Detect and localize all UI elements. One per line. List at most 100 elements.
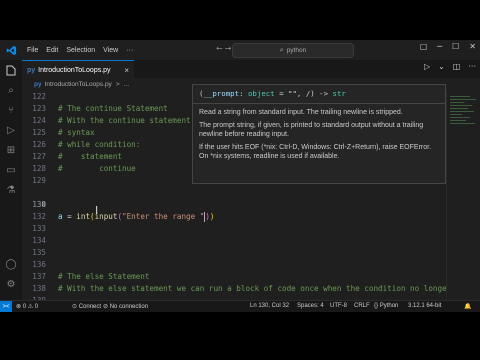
menu-more[interactable]: ··· — [122, 47, 137, 54]
python-file-icon: py — [27, 66, 36, 74]
minimap-line — [450, 114, 462, 115]
tab-label: IntroductionToLoops.py — [38, 66, 111, 74]
line-number: 137 — [32, 272, 46, 281]
line-number: 125 — [32, 128, 46, 137]
close-tab-icon[interactable]: × — [124, 66, 129, 75]
source-control-icon[interactable]: ⑂ — [0, 100, 22, 120]
mouse-ibeam-cursor: I — [95, 204, 99, 217]
minimap-line — [450, 117, 470, 118]
breadcrumb-symbol[interactable]: ... — [124, 81, 129, 88]
minimap-line — [450, 99, 476, 100]
layout-icon[interactable]: ▢ — [420, 42, 428, 51]
line-number: 138 — [32, 284, 46, 293]
line-number: 129 — [32, 176, 46, 185]
letterbox-top — [0, 0, 480, 40]
accounts-icon[interactable]: ◯ — [0, 254, 22, 274]
code-line: 138 # With the else statement we can run … — [22, 283, 446, 295]
line-number: 131 — [32, 200, 46, 209]
minimap-line — [450, 96, 470, 97]
hover-doc-paragraph: If the user hits EOF (*nix: Ctrl-D, Wind… — [199, 144, 432, 160]
indentation[interactable]: Spaces: 4 — [297, 303, 324, 309]
testing-icon[interactable]: ⚗ — [0, 180, 22, 200]
run-file-icon[interactable]: ▷ — [424, 62, 430, 71]
line-number: 128 — [32, 164, 46, 173]
breadcrumb-file[interactable]: IntroductionToLoops.py — [45, 81, 112, 88]
hover-signature: (__prompt: object = "", /) -> str — [193, 85, 445, 104]
minimap-line — [450, 105, 472, 106]
more-actions-icon[interactable]: ··· — [468, 62, 476, 71]
line-number: 127 — [32, 152, 46, 161]
menu-view[interactable]: View — [99, 47, 122, 54]
title-bar: File Edit Selection View ··· ←→ ⌕ python… — [0, 40, 480, 60]
tab-introduction-to-loops[interactable]: py IntroductionToLoops.py × — [22, 60, 134, 79]
problems-indicator[interactable]: ⊗ 0 ⚠ 0 — [16, 303, 38, 310]
minimap[interactable] — [446, 90, 480, 300]
minimize-icon[interactable]: ─ — [437, 42, 442, 51]
extensions-icon[interactable]: ⊞ — [0, 140, 22, 160]
menu-edit[interactable]: Edit — [42, 47, 62, 54]
code-line-active[interactable]: 130 a = int(input("Enter the range ")) — [22, 187, 446, 222]
hover-doc-paragraph: The prompt string, if given, is printed … — [199, 122, 424, 138]
code-line: 137 # The else Statement — [22, 271, 446, 283]
code-text: # The continue Statement — [58, 104, 168, 113]
editor-actions: ▷ ⌄ ◫ ··· — [424, 62, 476, 71]
line-number: 132 — [32, 212, 46, 221]
minimap-line — [450, 123, 475, 124]
maximize-icon[interactable]: ☐ — [452, 42, 459, 51]
code-text: # The else Statement — [58, 272, 150, 281]
code-line: 133 — [22, 223, 446, 235]
line-number: 126 — [32, 140, 46, 149]
encoding[interactable]: UTF-8 — [330, 303, 347, 309]
line-number: 122 — [32, 92, 46, 101]
minimap-line — [450, 108, 468, 109]
line-number: 136 — [32, 260, 46, 269]
notifications-bell-icon[interactable]: 🔔 — [464, 303, 471, 310]
cursor-position[interactable]: Ln 130, Col 32 — [250, 303, 289, 309]
breadcrumb-separator: > — [115, 80, 120, 88]
editor-tabs: py IntroductionToLoops.py × ▷ ⌄ ◫ ··· — [22, 60, 480, 79]
code-line: 136 — [22, 259, 446, 271]
line-number: 124 — [32, 116, 46, 125]
settings-gear-icon[interactable]: ⚙ — [0, 274, 22, 294]
end-of-line[interactable]: CRLF — [354, 303, 370, 309]
remote-explorer-icon[interactable]: ▭ — [0, 160, 22, 180]
language-mode[interactable]: {} Python — [374, 303, 398, 309]
search-icon[interactable]: ⌕ — [0, 80, 22, 100]
vscode-logo-icon — [3, 42, 19, 58]
nav-arrows[interactable]: ←→ — [216, 44, 233, 53]
activity-bar: ⌕ ⑂ ▷ ⊞ ▭ ⚗ ◯ ⚙ — [0, 60, 23, 300]
connect-indicator[interactable]: ⊙ Connect — [72, 303, 101, 310]
code-text: # continue — [58, 164, 136, 173]
menu-file[interactable]: File — [23, 47, 42, 54]
window-controls: ▢ ─ ☐ ✕ — [420, 42, 476, 51]
code-line: 135 — [22, 247, 446, 259]
close-window-icon[interactable]: ✕ — [469, 42, 476, 51]
line-number: 135 — [32, 248, 46, 257]
explorer-icon[interactable] — [0, 60, 22, 80]
python-file-icon: py — [34, 80, 42, 88]
python-interpreter[interactable]: 3.12.1 64-bit — [408, 303, 441, 309]
line-number: 134 — [32, 236, 46, 245]
run-debug-icon[interactable]: ▷ — [0, 120, 22, 140]
code-line: 134 — [22, 235, 446, 247]
minimap-line — [450, 120, 466, 121]
split-editor-icon[interactable]: ◫ — [453, 62, 461, 71]
code-line: 132 — [22, 211, 446, 223]
menu-bar: File Edit Selection View ··· — [23, 47, 137, 54]
code-text: # statement — [58, 152, 123, 161]
no-connection-indicator[interactable]: ⊘ No connection — [103, 303, 148, 310]
run-dropdown-icon[interactable]: ⌄ — [438, 62, 445, 71]
search-text: python — [286, 47, 307, 54]
letterbox-bottom — [0, 312, 480, 360]
back-arrow-icon[interactable]: ← — [216, 44, 225, 53]
line-number: 133 — [32, 224, 46, 233]
code-line: 131 — [22, 199, 446, 211]
hover-tooltip: (__prompt: object = "", /) -> str Read a… — [192, 84, 446, 184]
code-text: # With the else statement we can run a b… — [58, 284, 446, 293]
line-number: 123 — [32, 104, 46, 113]
code-text: # syntax — [58, 128, 95, 137]
menu-selection[interactable]: Selection — [62, 47, 99, 54]
vscode-window: File Edit Selection View ··· ←→ ⌕ python… — [0, 0, 480, 360]
command-center-search[interactable]: ⌕ python — [232, 43, 354, 58]
minimap-line — [450, 111, 474, 112]
